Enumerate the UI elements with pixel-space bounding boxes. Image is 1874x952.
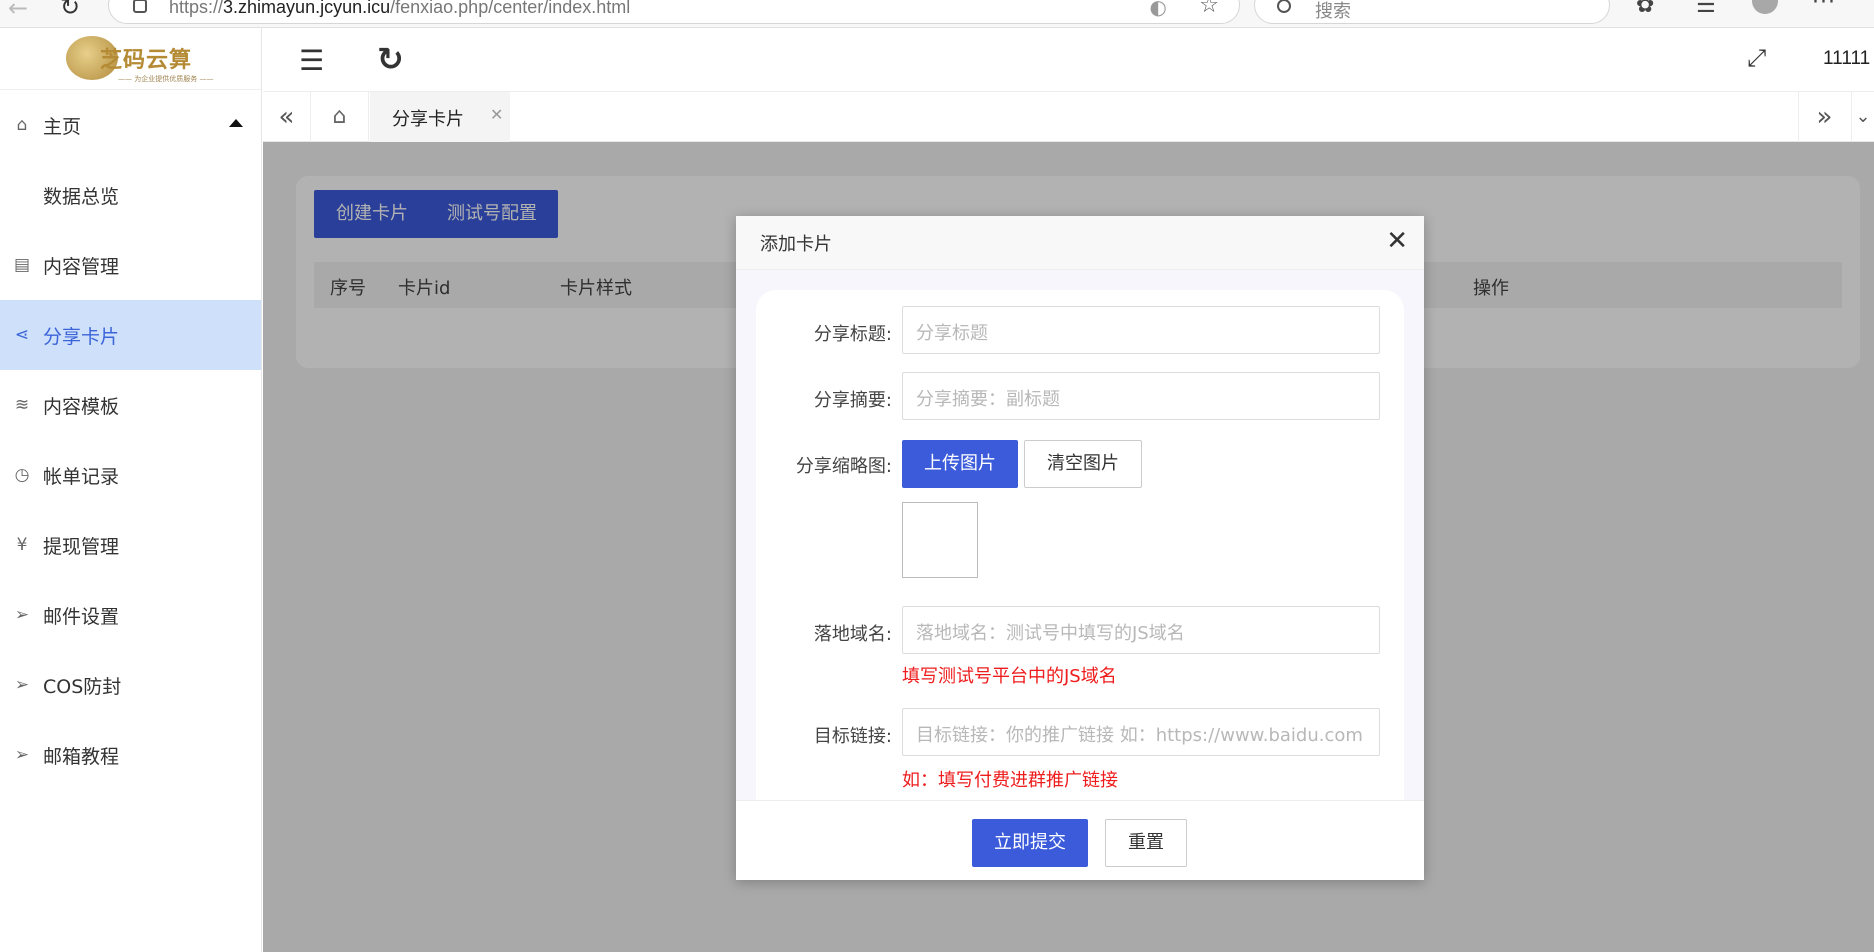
sidebar-item-label: 帐单记录 [43,465,120,488]
sidebar-item-withdraw[interactable]: ¥ 提现管理 [0,510,261,580]
placeholder: 目标链接：你的推广链接 如：https://www.baidu.com [916,725,1363,746]
profile-avatar[interactable] [1752,0,1778,14]
share-title-input[interactable]: 分享标题 [902,306,1380,354]
target-link-label: 目标链接: [813,726,892,747]
clipboard-icon: ▤ [13,255,31,275]
sidebar-item-label: COS防封 [43,675,122,698]
thumbnail-label: 分享缩略图: [795,456,892,477]
collapse-menu-icon[interactable]: ☰ [299,44,324,77]
send-icon: ➢ [14,745,30,765]
logo-subtext: —— 为企业提供优质服务 —— [118,75,214,83]
star-icon[interactable]: ☆ [1199,0,1219,18]
sidebar-item-label: 邮件设置 [43,605,120,628]
sidebar-item-cos[interactable]: ➢ COS防封 [0,650,261,720]
layers-icon: ≋ [14,395,30,415]
tab-close-icon[interactable]: ✕ [490,105,503,124]
close-icon[interactable]: ✕ [1386,226,1408,256]
refresh-icon[interactable]: ↻ [377,40,404,78]
tab-label: 分享卡片 [392,109,464,130]
more-icon[interactable]: ··· [1812,0,1836,15]
dialog-body[interactable]: 分享标题: 分享标题 分享摘要: 分享摘要：副标题 分享缩略图: 上传图片 清空… [736,270,1424,800]
send-icon: ➢ [14,675,30,695]
favorites-icon[interactable]: ☰ [1696,0,1716,18]
logo-text: 芝码云算 [100,47,193,73]
sidebar-item-label: 提现管理 [43,535,120,558]
sidebar-item-label: 分享卡片 [43,325,120,348]
landing-domain-hint: 填写测试号平台中的JS域名 [902,666,1117,687]
sidebar-item-label: 内容模板 [43,395,120,418]
tabs-next-icon[interactable]: » [1798,92,1850,142]
caret-up-icon [229,119,243,127]
tab-share-card[interactable]: 分享卡片 ✕ [370,92,510,142]
sidebar-item-overview[interactable]: 数据总览 [0,160,261,230]
sidebar-item-share-card[interactable]: ⋖ 分享卡片 [0,300,261,370]
landing-domain-label: 落地域名: [813,624,892,645]
landing-domain-input[interactable]: 落地域名：测试号中填写的JS域名 [902,606,1380,654]
share-summary-input[interactable]: 分享摘要：副标题 [902,372,1380,420]
upload-image-button[interactable]: 上传图片 [902,440,1018,488]
search-icon [1277,0,1291,13]
sidebar: 芝码云算 —— 为企业提供优质服务 —— ⌂ 主页 数据总览 ▤ 内容管理 ⋖ … [0,28,262,952]
tab-home-icon[interactable]: ⌂ [311,92,369,142]
logo[interactable]: 芝码云算 —— 为企业提供优质服务 —— [0,28,261,90]
page-info-icon[interactable] [133,0,147,13]
tabs-prev-icon[interactable]: « [263,92,311,142]
tabs-bar: « ⌂ 分享卡片 ✕ » ⌄ [263,92,1874,142]
dialog-header: 添加卡片 ✕ [736,216,1424,270]
sidebar-item-content[interactable]: ▤ 内容管理 [0,230,261,300]
sidebar-item-template[interactable]: ≋ 内容模板 [0,370,261,440]
yen-icon: ¥ [16,535,28,555]
sidebar-item-label: 主页 [43,115,82,138]
send-icon: ➢ [14,605,30,625]
reset-button[interactable]: 重置 [1105,819,1187,867]
placeholder: 落地域名：测试号中填写的JS域名 [916,623,1185,644]
share-summary-label: 分享摘要: [813,390,892,411]
submit-button[interactable]: 立即提交 [972,819,1088,867]
sidebar-item-label: 邮箱教程 [43,745,120,768]
home-icon: ⌂ [16,115,28,135]
placeholder: 分享摘要：副标题 [916,389,1060,410]
tabs-dropdown-icon[interactable]: ⌄ [1851,92,1874,142]
clock-icon: ◷ [14,465,30,485]
sidebar-item-label: 内容管理 [43,255,120,278]
target-link-hint: 如：填写付费进群推广链接 [902,770,1118,791]
reload-icon[interactable]: ↻ [60,0,80,21]
browser-search-placeholder: 搜索 [1315,1,1351,22]
sidebar-item-mail-tutorial[interactable]: ➢ 邮箱教程 [0,720,261,790]
browser-toolbar: ← ↻ https://3.zhimayun.jcyun.icu/fenxiao… [0,0,1874,28]
form: 分享标题: 分享标题 分享摘要: 分享摘要：副标题 分享缩略图: 上传图片 清空… [756,290,1404,800]
dialog-title: 添加卡片 [760,234,832,255]
dialog-footer: 立即提交 重置 [736,800,1424,880]
target-link-input[interactable]: 目标链接：你的推广链接 如：https://www.baidu.com [902,708,1380,756]
share-icon: ⋖ [14,325,30,345]
header: ☰ ↻ ⤢ 11111 [263,28,1874,92]
browser-search[interactable]: 搜索 [1254,0,1610,24]
thumbnail-preview [902,502,978,578]
sidebar-item-bills[interactable]: ◷ 帐单记录 [0,440,261,510]
address-url[interactable]: https://3.zhimayun.jcyun.icu/fenxiao.php… [169,0,630,18]
placeholder: 分享标题 [916,323,988,344]
sidebar-item-label: 数据总览 [43,185,120,208]
fullscreen-icon[interactable]: ⤢ [1747,44,1766,72]
user-name[interactable]: 11111 [1823,48,1870,70]
sidebar-item-mail-settings[interactable]: ➢ 邮件设置 [0,580,261,650]
tracking-icon[interactable]: ◐ [1150,0,1167,19]
sidebar-item-home[interactable]: ⌂ 主页 [0,90,261,160]
extensions-icon[interactable]: ✿ [1636,0,1654,18]
clear-image-button[interactable]: 清空图片 [1024,440,1142,488]
back-arrow-icon[interactable]: ← [8,0,28,22]
address-bar[interactable]: https://3.zhimayun.jcyun.icu/fenxiao.php… [108,0,1240,24]
add-card-dialog: 添加卡片 ✕ 分享标题: 分享标题 分享摘要: 分享摘要：副标题 分享缩略图: … [736,216,1424,880]
share-title-label: 分享标题: [813,324,892,345]
